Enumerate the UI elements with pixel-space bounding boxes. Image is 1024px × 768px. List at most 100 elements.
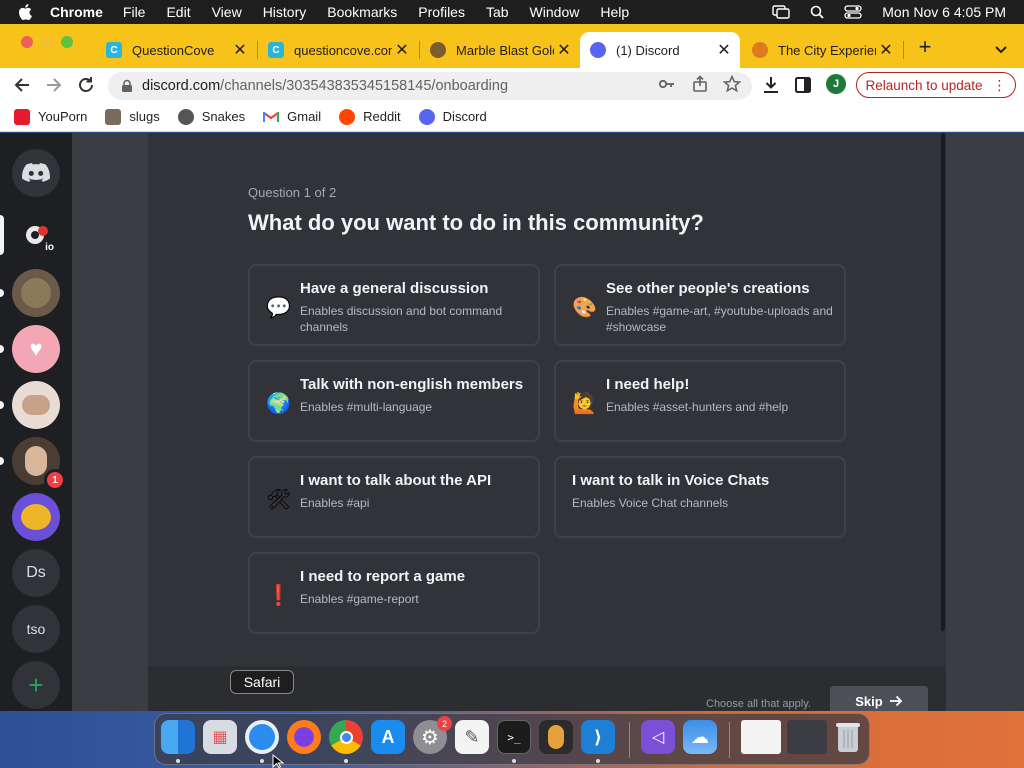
server-io[interactable]: io (12, 213, 60, 261)
vscode-icon[interactable]: ⟩ (581, 720, 615, 754)
lock-icon[interactable] (120, 79, 134, 93)
menu-file[interactable]: File (123, 4, 146, 20)
menu-profiles[interactable]: Profiles (418, 4, 465, 20)
option-non-english[interactable]: 🌍 Talk with non-english members Enables … (248, 360, 540, 442)
discord-home-button[interactable] (12, 149, 60, 197)
mouse-pointer-icon (272, 754, 284, 768)
tab-questioncove-com[interactable]: C questioncove.com ✕ (258, 32, 418, 68)
server-avatar-1[interactable] (12, 269, 60, 317)
app-store-icon[interactable]: A (371, 720, 405, 754)
server-icon (21, 278, 51, 308)
new-tab-button[interactable]: + (914, 36, 936, 58)
visual-studio-icon[interactable]: ◁ (641, 720, 675, 754)
window-preview-1[interactable] (741, 720, 781, 754)
trash-icon[interactable] (831, 720, 865, 754)
heart-icon: ♥ (29, 336, 43, 361)
reload-button[interactable] (75, 74, 97, 96)
control-center-icon[interactable] (844, 5, 862, 19)
relaunch-to-update-button[interactable]: Relaunch to update ⋮ (856, 72, 1016, 98)
window-close-button[interactable] (21, 36, 33, 48)
gear-icon: ⚙ (421, 726, 439, 749)
server-avatar-5[interactable] (12, 493, 60, 541)
app-name-menu[interactable]: Chrome (50, 4, 103, 20)
menu-history[interactable]: History (263, 4, 307, 20)
address-bar[interactable]: discord.com/channels/303543835345158145/… (108, 72, 752, 100)
server-avatar-3[interactable] (12, 381, 60, 429)
download-icon[interactable] (762, 76, 780, 94)
weather-icon[interactable]: ☁ (683, 720, 717, 754)
menu-help[interactable]: Help (600, 4, 629, 20)
option-see-creations[interactable]: 🎨 See other people's creations Enables #… (554, 264, 846, 346)
close-tab-icon[interactable]: ✕ (554, 40, 574, 60)
terminal-icon[interactable]: >_ (497, 720, 531, 754)
bookmark-discord[interactable]: Discord (418, 108, 487, 125)
skip-button[interactable]: Skip (830, 686, 928, 711)
apple-icon[interactable] (18, 4, 32, 20)
tab-discord[interactable]: (1) Discord ✕ (580, 32, 740, 68)
youporn-icon (14, 108, 30, 125)
side-panel-icon[interactable] (794, 76, 812, 94)
option-voice-chats[interactable]: I want to talk in Voice Chats Enables Vo… (554, 456, 846, 538)
window-preview-2[interactable] (787, 720, 827, 754)
textedit-icon[interactable]: ✎ (455, 720, 489, 754)
chrome-icon[interactable] (329, 720, 363, 754)
server-ds[interactable]: Ds (12, 549, 60, 597)
window-minimize-button[interactable] (41, 36, 53, 48)
tab-questioncove[interactable]: C QuestionCove ✕ (96, 32, 256, 68)
safari-icon[interactable] (245, 720, 279, 754)
option-general-discussion[interactable]: 💬 Have a general discussion Enables disc… (248, 264, 540, 346)
footer-hint: Choose all that apply. (706, 698, 811, 710)
launchpad-icon[interactable]: ▦ (203, 720, 237, 754)
window-maximize-button[interactable] (61, 36, 73, 48)
forward-button[interactable] (43, 74, 65, 96)
option-name: Talk with non-english members (300, 376, 524, 393)
bookmark-snakes[interactable]: Snakes (177, 108, 245, 125)
globe-icon (177, 108, 194, 125)
tab-title: (1) Discord (616, 42, 680, 58)
close-tab-icon[interactable]: ✕ (230, 40, 250, 60)
option-report-game[interactable]: ❗ I need to report a game Enables #game-… (248, 552, 540, 634)
firefox-icon[interactable] (287, 720, 321, 754)
key-icon[interactable] (658, 75, 676, 93)
bookmark-slugs[interactable]: slugs (105, 108, 160, 125)
tab-city-experience[interactable]: The City Experience ✕ (742, 32, 902, 68)
grid-icon: ▦ (212, 729, 228, 746)
option-need-help[interactable]: 🙋 I need help! Enables #asset-hunters an… (554, 360, 846, 442)
chevron-down-icon[interactable] (992, 40, 1010, 58)
spotlight-search-icon[interactable] (810, 5, 824, 19)
trash-can-icon (836, 723, 860, 752)
bookmark-label: Reddit (363, 109, 401, 124)
add-server-button[interactable]: + (12, 661, 60, 709)
tab-title: QuestionCove (132, 42, 215, 58)
garageband-icon[interactable] (539, 720, 573, 754)
bookmark-gmail[interactable]: Gmail (263, 109, 321, 125)
back-button[interactable] (11, 74, 33, 96)
option-api[interactable]: 🛠 I want to talk about the API Enables #… (248, 456, 540, 538)
profile-avatar[interactable]: J (826, 74, 846, 94)
option-name: I need help! (606, 376, 690, 393)
scrollbar[interactable] (941, 133, 945, 631)
option-name: I want to talk about the API (300, 472, 492, 489)
menu-bookmarks[interactable]: Bookmarks (327, 4, 397, 20)
share-icon[interactable] (691, 75, 709, 93)
selected-server-indicator (0, 215, 4, 255)
server-avatar-2[interactable]: ♥ (12, 325, 60, 373)
bookmark-reddit[interactable]: Reddit (339, 108, 401, 125)
option-description: Enables #game-art, #youtube-uploads and … (606, 304, 833, 334)
tab-marble-blast[interactable]: Marble Blast Gold ✕ (420, 32, 580, 68)
url-text: discord.com/channels/303543835345158145/… (142, 78, 508, 94)
menubar-clock[interactable]: Mon Nov 6 4:05 PM (882, 4, 1006, 20)
close-tab-icon[interactable]: ✕ (714, 40, 734, 60)
browser-toolbar: discord.com/channels/303543835345158145/… (0, 68, 1024, 102)
menu-view[interactable]: View (212, 4, 242, 20)
screen-mirroring-icon[interactable] (772, 5, 790, 19)
finder-icon[interactable] (161, 720, 195, 754)
menu-edit[interactable]: Edit (166, 4, 190, 20)
menu-tab[interactable]: Tab (486, 4, 509, 20)
server-tso[interactable]: tso (12, 605, 60, 653)
menu-window[interactable]: Window (530, 4, 580, 20)
close-tab-icon[interactable]: ✕ (876, 40, 896, 60)
bookmark-youporn[interactable]: YouPorn (14, 108, 87, 125)
bookmark-star-icon[interactable] (723, 75, 741, 93)
close-tab-icon[interactable]: ✕ (392, 40, 412, 60)
